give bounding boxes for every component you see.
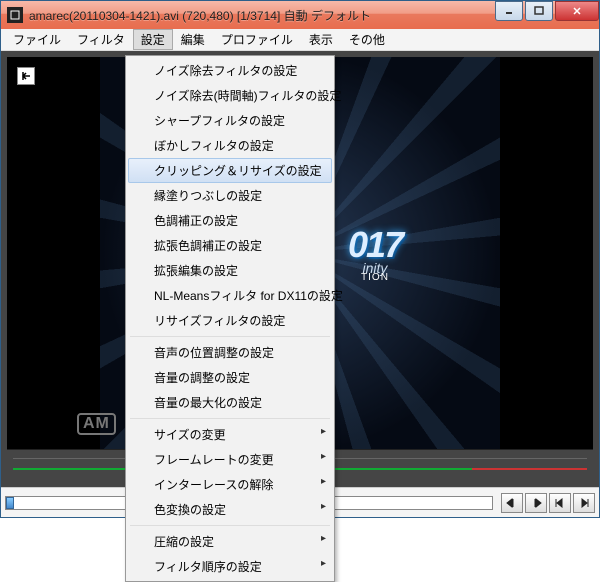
dropdown-item[interactable]: 音量の調整の設定 (128, 365, 332, 390)
game-logo-edition: TION (348, 272, 402, 283)
settings-dropdown: ノイズ除去フィルタの設定ノイズ除去(時間軸)フィルタの設定シャープフィルタの設定… (125, 55, 335, 582)
dropdown-item[interactable]: クリッピング＆リサイズの設定 (128, 158, 332, 183)
menubar: ファイルフィルタ設定編集プロファイル表示その他 (1, 29, 599, 51)
dropdown-item[interactable]: シャープフィルタの設定 (128, 108, 332, 133)
dropdown-item[interactable]: サイズの変更 (128, 422, 332, 447)
menu-4[interactable]: プロファイル (213, 29, 301, 50)
first-frame-button[interactable] (549, 493, 571, 513)
seek-thumb[interactable] (6, 497, 14, 509)
menu-0[interactable]: ファイル (5, 29, 69, 50)
menu-5[interactable]: 表示 (301, 29, 341, 50)
dropdown-item[interactable]: 音量の最大化の設定 (128, 390, 332, 415)
app-icon (7, 7, 23, 23)
window-controls (493, 1, 599, 21)
dropdown-item[interactable]: 縁塗りつぶしの設定 (128, 183, 332, 208)
next-frame-button[interactable] (525, 493, 547, 513)
dropdown-item[interactable]: ノイズ除去(時間軸)フィルタの設定 (128, 83, 332, 108)
dropdown-item[interactable]: ぼかしフィルタの設定 (128, 133, 332, 158)
window-title: amarec(20110304-1421).avi (720,480) [1/3… (29, 7, 493, 24)
dropdown-separator (130, 336, 330, 337)
dropdown-item[interactable]: フィルタ順序の設定 (128, 554, 332, 579)
menu-3[interactable]: 編集 (173, 29, 213, 50)
dropdown-item[interactable]: 拡張色調補正の設定 (128, 233, 332, 258)
maximize-button[interactable] (525, 1, 553, 21)
dropdown-item[interactable]: リサイズフィルタの設定 (128, 308, 332, 333)
seek-start-button[interactable] (17, 67, 35, 85)
minimize-button[interactable] (495, 1, 523, 21)
dropdown-item[interactable]: NL-Meansフィルタ for DX11の設定 (128, 283, 332, 308)
prev-frame-button[interactable] (501, 493, 523, 513)
dropdown-separator (130, 418, 330, 419)
dropdown-item[interactable]: 音声の位置調整の設定 (128, 340, 332, 365)
dropdown-item[interactable]: 圧縮の設定 (128, 529, 332, 554)
dropdown-separator (130, 525, 330, 526)
dropdown-item[interactable]: 拡張編集の設定 (128, 258, 332, 283)
menu-6[interactable]: その他 (341, 29, 393, 50)
menu-1[interactable]: フィルタ (69, 29, 133, 50)
menu-2[interactable]: 設定 (133, 29, 173, 50)
dropdown-item[interactable]: インターレースの解除 (128, 472, 332, 497)
dropdown-item[interactable]: 色変換の設定 (128, 497, 332, 522)
watermark: AM (77, 413, 116, 435)
dropdown-item[interactable]: フレームレートの変更 (128, 447, 332, 472)
last-frame-button[interactable] (573, 493, 595, 513)
titlebar: amarec(20110304-1421).avi (720,480) [1/3… (1, 1, 599, 29)
dropdown-item[interactable]: 色調補正の設定 (128, 208, 332, 233)
dropdown-item[interactable]: ノイズ除去フィルタの設定 (128, 58, 332, 83)
close-button[interactable] (555, 1, 599, 21)
